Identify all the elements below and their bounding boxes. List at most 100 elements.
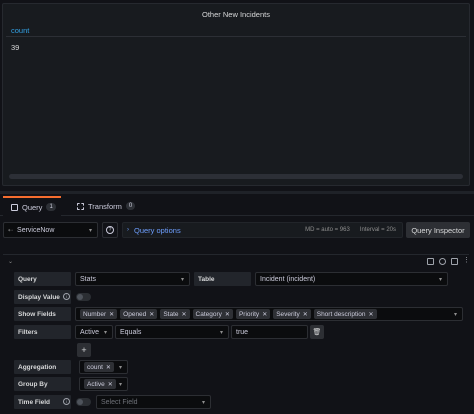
pane-splitter[interactable] [0, 191, 474, 194]
filters-label: Filters [14, 325, 71, 339]
aggregation-chip: count ✕ [84, 362, 114, 372]
chevron-down-icon: ▾ [453, 311, 457, 318]
close-icon[interactable]: ✕ [149, 311, 154, 318]
info-icon[interactable]: i [63, 398, 70, 405]
table-header: count [6, 23, 466, 37]
close-icon[interactable]: ✕ [109, 311, 114, 318]
tab-transform-count: 0 [125, 202, 136, 210]
show-fields-multiselect[interactable]: Number ✕ Opened ✕ State ✕ Category ✕ Priority ✕ Se… [75, 307, 463, 321]
time-field-toggle[interactable] [76, 398, 91, 406]
table-select[interactable]: Incident (incident) ▾ [255, 272, 448, 286]
chevron-down-icon: ▾ [219, 329, 223, 336]
close-icon[interactable]: ✕ [303, 311, 308, 318]
tab-query-label: Query [22, 202, 43, 212]
chevron-down-icon: ▾ [201, 399, 205, 406]
chip-label: Opened [123, 310, 147, 318]
trash-icon: 🗑 [312, 329, 322, 336]
database-icon [11, 203, 18, 211]
query-row-actions: ⋮ [427, 257, 470, 265]
query-row-header: ⌄ ⋮ [3, 257, 470, 269]
tab-query[interactable]: Query 1 [3, 196, 61, 216]
chevron-down-icon: ▾ [88, 227, 92, 234]
chevron-down-icon: ▾ [438, 276, 442, 283]
show-field-chip: Number ✕ [80, 309, 118, 319]
datasource-name: ServiceNow [17, 226, 55, 234]
close-icon[interactable]: ✕ [182, 311, 187, 318]
remove-filter-button[interactable]: 🗑 [310, 325, 324, 339]
query-row: ⌄ ⋮ Query Stats ▾ Table Incident (incide… [3, 254, 470, 414]
collapse-chevron-icon[interactable]: ⌄ [8, 258, 13, 265]
query-type-value: Stats [80, 275, 96, 283]
chip-label: Number [83, 310, 107, 318]
column-header-count[interactable]: count [11, 26, 29, 35]
trash-icon[interactable] [451, 258, 458, 265]
horizontal-scrollbar[interactable] [9, 174, 463, 179]
panel-title[interactable]: Other New Incidents [3, 10, 469, 19]
chevron-down-icon: ▾ [103, 329, 107, 336]
close-icon[interactable]: ✕ [106, 364, 111, 371]
chevron-down-icon: ▾ [118, 364, 122, 371]
eye-icon[interactable] [439, 258, 446, 265]
show-field-chip: State ✕ [160, 309, 190, 319]
close-icon[interactable]: ✕ [225, 311, 230, 318]
add-filter-button[interactable]: + [77, 343, 91, 357]
chip-label: Severity [276, 310, 300, 318]
filter-operator-select[interactable]: Equals ▾ [115, 325, 229, 339]
drag-handle-icon[interactable]: ⋮ [463, 257, 470, 265]
show-fields-label: Show Fields [14, 307, 71, 321]
tab-transform[interactable]: Transform 0 [77, 196, 147, 216]
chevron-right-icon: › [127, 227, 129, 233]
query-options-meta: MD = auto = 963 Interval = 20s [305, 227, 396, 233]
show-fields-chips: Number ✕ Opened ✕ State ✕ Category ✕ Priority ✕ Se… [80, 309, 380, 319]
time-field-select[interactable]: Select Field ▾ [96, 395, 211, 409]
tab-query-count: 1 [46, 203, 56, 211]
filter-value-input[interactable]: true [231, 325, 308, 339]
show-field-chip: Category ✕ [192, 309, 233, 319]
query-inspector-button[interactable]: Query Inspector [406, 222, 470, 238]
chevron-down-icon: ▾ [118, 381, 122, 388]
close-icon[interactable]: ✕ [262, 311, 267, 318]
question-icon: ? [106, 226, 114, 234]
show-field-chip: Priority ✕ [235, 309, 271, 319]
group-by-chip: Active ✕ [84, 379, 116, 389]
info-icon[interactable]: i [63, 293, 70, 300]
table-value: Incident (incident) [260, 275, 316, 283]
query-type-select[interactable]: Stats ▾ [75, 272, 190, 286]
show-field-chip: Short description ✕ [313, 309, 377, 319]
filter-value-text: true [236, 328, 249, 336]
chip-label: State [163, 310, 179, 318]
aggregation-select[interactable]: count ✕ ▾ [79, 360, 128, 374]
chip-label: count [87, 363, 103, 371]
chip-label: Category [195, 310, 222, 318]
datasource-picker[interactable]: ⇠ ServiceNow ▾ [3, 222, 98, 238]
transform-icon [77, 202, 84, 210]
filter-field-value: Active [80, 328, 100, 336]
show-field-chip: Opened ✕ [120, 309, 158, 319]
time-field-placeholder: Select Field [101, 398, 138, 406]
chip-label: Priority [238, 310, 260, 318]
panel: Other New Incidents count 39 [2, 3, 470, 186]
editor-tabs: Query 1 Transform 0 [0, 196, 474, 216]
interval-text: Interval = 20s [359, 227, 396, 233]
close-icon[interactable]: ✕ [108, 381, 113, 388]
query-options-toggle[interactable]: › Query options MD = auto = 963 Interval… [122, 222, 403, 238]
filter-operator-value: Equals [120, 328, 142, 336]
chip-label: Short description [316, 310, 366, 318]
max-datapoints-text: MD = auto = 963 [305, 227, 350, 233]
aggregation-label: Aggregation [14, 360, 71, 374]
datasource-icon: ⇠ [8, 227, 14, 234]
close-icon[interactable]: ✕ [369, 311, 374, 318]
chevron-down-icon: ▾ [180, 276, 184, 283]
help-button[interactable]: ? [102, 222, 118, 238]
group-by-label: Group By [14, 377, 71, 391]
show-field-chip: Severity ✕ [273, 309, 311, 319]
group-by-select[interactable]: Active ✕ ▾ [79, 377, 128, 391]
table-label: Table [194, 272, 251, 286]
filter-field-select[interactable]: Active ▾ [75, 325, 113, 339]
duplicate-icon[interactable] [427, 258, 434, 265]
query-label: Query [14, 272, 71, 286]
display-value-toggle[interactable] [76, 293, 91, 301]
table-cell: 39 [11, 43, 20, 52]
tab-transform-label: Transform [88, 201, 122, 211]
query-bar: ⇠ ServiceNow ▾ ? › Query options MD = au… [3, 222, 471, 238]
